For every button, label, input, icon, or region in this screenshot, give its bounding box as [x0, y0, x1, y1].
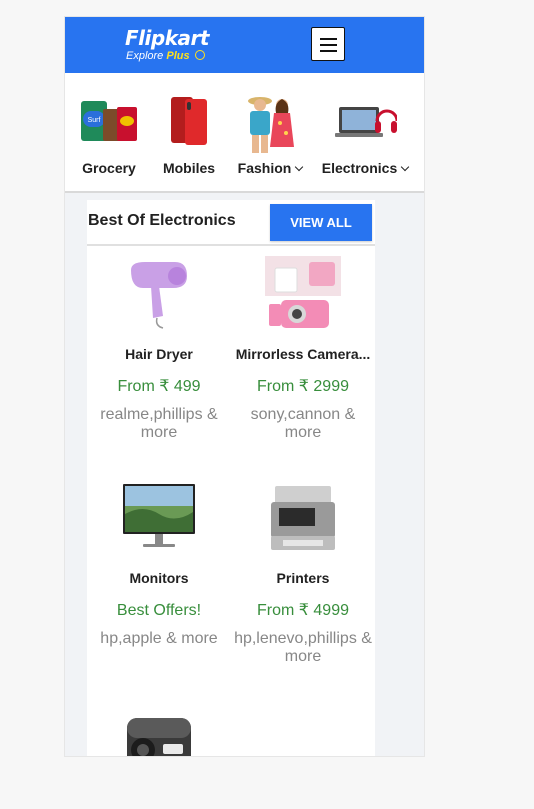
- product-brands: hp,lenevo,phillips & more: [234, 630, 372, 665]
- plus-star-icon: [194, 50, 205, 60]
- fashion-icon: [248, 97, 294, 153]
- best-of-electronics-section: Best Of Electronics VIEW ALL Hair Dryer …: [87, 200, 375, 756]
- category-label: Electronics: [320, 160, 410, 176]
- hair-dryer-image: [131, 262, 187, 329]
- product-card[interactable]: Monitors Best Offers! hp,apple & more: [87, 480, 231, 648]
- mobile-phone-icon: [171, 97, 207, 145]
- product-price: From ₹ 2999: [257, 378, 349, 395]
- product-name: Hair Dryer: [125, 346, 193, 362]
- app-viewport: Flipkart Explore Plus Surf Grocery Mobil…: [64, 16, 425, 757]
- section-header: Best Of Electronics VIEW ALL: [87, 200, 375, 246]
- category-label: Grocery: [82, 160, 136, 176]
- product-card[interactable]: Printers From ₹ 4999 hp,lenevo,phillips …: [231, 480, 375, 666]
- flipkart-logo[interactable]: Flipkart Explore Plus: [125, 27, 209, 63]
- category-fashion[interactable]: Fashion: [228, 73, 312, 191]
- camera-image: [265, 256, 341, 328]
- category-mobiles[interactable]: Mobiles: [147, 73, 231, 191]
- category-label-text: Electronics: [321, 160, 398, 176]
- chevron-down-icon: [295, 162, 304, 172]
- monitor-image: [123, 484, 195, 547]
- hamburger-icon: [320, 50, 337, 52]
- product-brands: hp,apple & more: [100, 630, 218, 647]
- category-bar: Surf Grocery Mobiles Fashion Electronics: [65, 73, 424, 193]
- product-price: Best Offers!: [116, 602, 202, 619]
- category-label: Fashion: [228, 160, 312, 176]
- product-card[interactable]: Mirrorless Camera... From ₹ 2999 sony,ca…: [231, 256, 375, 442]
- category-electronics[interactable]: Electronics: [320, 73, 410, 191]
- projector-image: [127, 718, 191, 756]
- menu-button[interactable]: [311, 27, 345, 61]
- product-brands: sony,cannon & more: [250, 406, 356, 441]
- product-price: From ₹ 4999: [257, 602, 349, 619]
- product-price: From ₹ 499: [117, 378, 201, 395]
- printer-image: [271, 486, 335, 550]
- product-card[interactable]: Hair Dryer From ₹ 499 realme,phillips & …: [87, 256, 231, 442]
- product-brands: realme,phillips & more: [100, 406, 218, 441]
- chevron-down-icon: [400, 162, 410, 172]
- view-all-button[interactable]: VIEW ALL: [270, 204, 372, 241]
- section-title: Best Of Electronics: [88, 212, 236, 229]
- product-name: Monitors: [129, 570, 189, 586]
- category-label: Mobiles: [162, 160, 216, 176]
- logo-title: Flipkart: [125, 26, 209, 50]
- product-card[interactable]: [87, 704, 231, 756]
- product-name: Printers: [276, 570, 330, 586]
- hamburger-icon: [320, 38, 337, 40]
- logo-plus: Plus: [166, 50, 190, 62]
- top-header: Flipkart Explore Plus: [65, 17, 424, 73]
- svg-text:Surf: Surf: [88, 117, 101, 124]
- laptop-icon: [335, 107, 397, 137]
- logo-explore: Explore: [126, 50, 164, 62]
- logo-subtitle: Explore Plus: [126, 49, 209, 63]
- category-grocery[interactable]: Surf Grocery: [67, 73, 151, 191]
- hamburger-icon: [320, 44, 337, 46]
- category-label-text: Fashion: [237, 160, 292, 176]
- grocery-icon: Surf: [81, 101, 137, 141]
- product-name: Mirrorless Camera...: [235, 346, 371, 362]
